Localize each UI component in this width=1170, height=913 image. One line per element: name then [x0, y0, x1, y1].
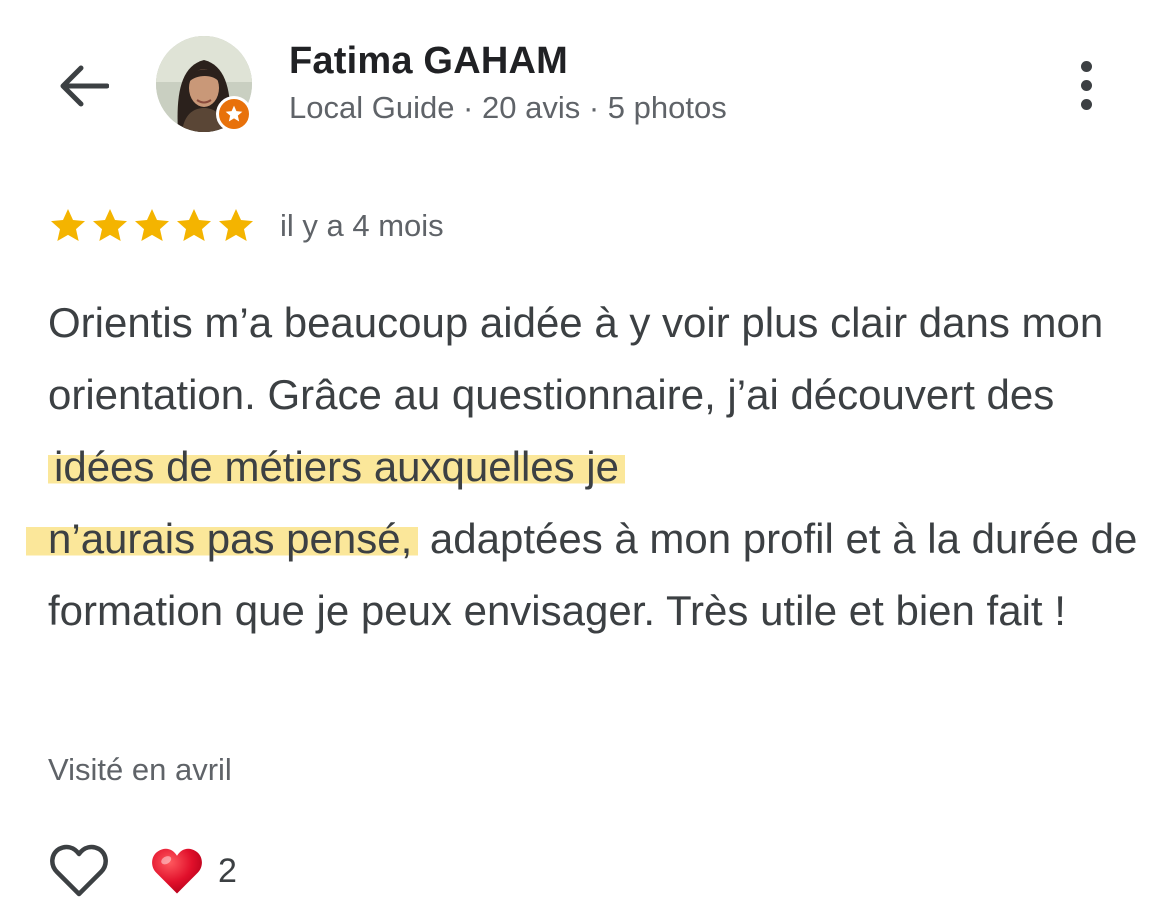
highlighted-text-line2: n’aurais pas pensé, — [26, 515, 419, 562]
star-icon — [51, 209, 85, 241]
like-button[interactable] — [46, 840, 112, 902]
local-guide-badge — [216, 96, 252, 132]
reaction-summary[interactable]: 2 — [150, 842, 237, 900]
visited-date: Visité en avril — [48, 752, 232, 787]
star-icon — [93, 209, 127, 241]
reaction-count: 2 — [218, 851, 237, 890]
star-icon — [135, 209, 169, 241]
more-vertical-icon — [1080, 60, 1092, 72]
star-icon — [219, 209, 253, 241]
arrow-left-icon — [60, 65, 109, 107]
user-name[interactable]: Fatima GAHAM — [289, 40, 568, 83]
highlighted-text-line1: idées de métiers auxquelles je — [48, 443, 625, 490]
red-heart-icon — [152, 848, 202, 894]
star-icon — [177, 209, 211, 241]
user-avatar[interactable] — [156, 36, 252, 132]
local-guide-star-icon — [225, 105, 243, 122]
review-text: Orientis m’a beaucoup aidée à y voir plu… — [26, 287, 1138, 647]
review-text-part1: Orientis m’a beaucoup aidée à y voir plu… — [48, 299, 1104, 418]
review-time: il y a 4 mois — [280, 208, 444, 243]
heart-outline-icon — [50, 844, 108, 897]
star-rating — [48, 206, 256, 246]
back-button[interactable] — [52, 55, 114, 117]
rating-row: il y a 4 mois — [48, 202, 444, 250]
more-options-button[interactable] — [1060, 52, 1112, 118]
user-meta: Local Guide · 20 avis · 5 photos — [289, 90, 727, 125]
